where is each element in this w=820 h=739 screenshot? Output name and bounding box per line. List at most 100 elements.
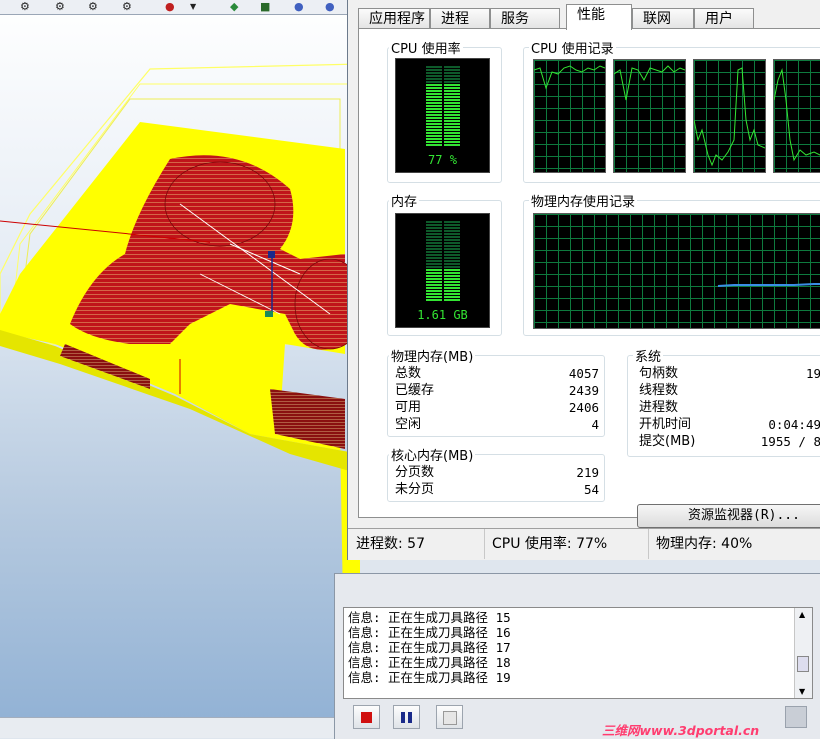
stat-row: 可用 2406 [395,399,599,416]
watermark: 三维网www.3dportal.cn [602,723,760,738]
meter-segment-lit [426,114,442,116]
meter-segment-lit [444,120,460,122]
resize-grip-icon[interactable] [785,706,807,728]
toolpath-icon[interactable]: ⚙ [55,1,65,13]
meter-segment [426,233,442,235]
tab-processes[interactable]: 进程 [430,8,490,29]
meter-segment [444,245,460,247]
stat-row: 分页数 219 [395,464,599,481]
meter-segment-lit [426,299,442,301]
meter-segment-lit [444,129,460,131]
log-line: 信息: 正在生成刀具路径 18 [348,655,511,670]
kernel-memory-label: 核心内存(MB) [389,445,476,464]
meter-segment-lit [426,281,442,283]
stat-value: 4057 [568,366,599,381]
meter-segment-lit [426,87,442,89]
tab-services[interactable]: 服务 [490,8,560,29]
stat-row: 总数 4057 [395,365,599,382]
tab-label: 服务 [501,11,529,27]
meter-segment-lit [444,290,460,292]
meter-segment-lit [444,87,460,89]
cad-model-view[interactable] [0,14,360,717]
meter-segment [426,81,442,83]
stat-value: 2439 [568,383,599,398]
meter-segment-lit [444,135,460,137]
stop-button[interactable] [353,705,380,729]
scroll-thumb[interactable] [797,656,809,672]
meter-segment-lit [444,287,460,289]
vertical-scrollbar[interactable]: ▲ ▼ [794,608,812,698]
tab-users[interactable]: 用户 [694,8,754,29]
meter-segment-lit [444,123,460,125]
stat-value: 219 [576,465,599,480]
toolpath-icon[interactable]: ⚙ [20,1,30,13]
material-icon[interactable]: ● [165,1,175,13]
tab-label: 进程 [441,11,469,27]
meter-segment-lit [444,275,460,277]
meter-segment-lit [426,111,442,113]
meter-segment [426,78,442,80]
meter-segment-lit [444,126,460,128]
meter-segment [426,75,442,77]
stat-row: 提交(MB) 1955 / 8 [639,433,820,450]
meter-segment-lit [444,96,460,98]
pause-button[interactable] [393,705,420,729]
meter-segment-lit [426,269,442,271]
memory-history-graph [533,213,820,329]
scroll-down-icon[interactable]: ▼ [799,687,805,696]
meter-segment-lit [426,93,442,95]
machine-icon[interactable]: ■ [260,1,270,13]
stat-row: 进程数 [639,399,820,416]
meter-segment [444,242,460,244]
meter-segment [444,230,460,232]
stat-label: 总数 [395,366,422,381]
memory-label: 内存 [389,191,420,210]
meter-segment-lit [426,102,442,104]
stat-label: 可用 [395,400,422,415]
tab-applications[interactable]: 应用程序 [358,8,430,29]
meter-segment [444,254,460,256]
meter-segment [426,254,442,256]
sphere-icon[interactable]: ● [325,1,335,13]
meter-segment-lit [444,117,460,119]
tab-networking[interactable]: 联网 [632,8,694,29]
tab-performance[interactable]: 性能 [566,4,632,30]
cad-viewport[interactable]: ⚙ ⚙ ⚙ ⚙ ● ▼ ◆ ■ ● ● [0,0,360,738]
log-list[interactable]: 信息: 正在生成刀具路径 15 信息: 正在生成刀具路径 16 信息: 正在生成… [343,607,813,699]
simulate-icon[interactable]: ◆ [230,1,238,13]
meter-segment-lit [426,99,442,101]
scroll-up-icon[interactable]: ▲ [799,610,805,619]
meter-segment [426,236,442,238]
meter-segment-lit [426,84,442,86]
resource-monitor-button[interactable]: 资源监视器(R)... [637,504,820,528]
meter-segment-lit [426,105,442,107]
dropdown-arrow-icon[interactable]: ▼ [190,1,196,13]
meter-segment [444,66,460,68]
sphere-icon[interactable]: ● [294,1,304,13]
memory-value: 1.61 GB [417,308,468,322]
meter-segment-lit [426,117,442,119]
stat-row: 已缓存 2439 [395,382,599,399]
meter-segment [426,69,442,71]
step-button[interactable] [436,705,463,729]
meter-segment [426,230,442,232]
cpu-usage-value: 77 % [428,153,457,167]
meter-segment-lit [444,138,460,140]
meter-segment [426,221,442,223]
toolpath-icon[interactable]: ⚙ [88,1,98,13]
meter-segment [444,233,460,235]
meter-segment [426,248,442,250]
stat-value: 2406 [568,400,599,415]
toolpath-icon[interactable]: ⚙ [122,1,132,13]
status-memory: 物理内存: 40% [656,536,753,552]
horizontal-scrollbar[interactable] [0,717,336,738]
meter-segment [444,266,460,268]
pause-icon [401,712,405,723]
meter-segment-lit [426,284,442,286]
stat-value: 1955 / 8 [760,434,820,449]
meter-segment-lit [426,138,442,140]
meter-segment-lit [444,99,460,101]
meter-segment [426,227,442,229]
stat-value: 19 [805,366,820,381]
meter-segment [444,257,460,259]
